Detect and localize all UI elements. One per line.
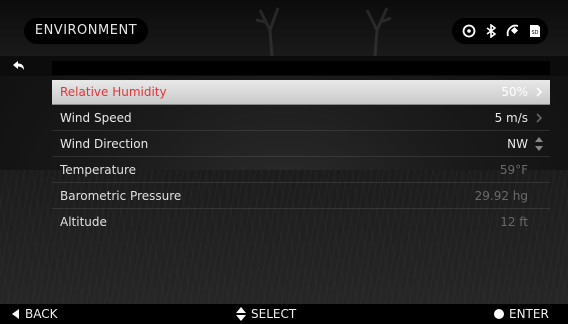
setting-label: Altitude — [60, 215, 107, 229]
triangle-left-icon — [12, 309, 19, 319]
satellite-icon — [506, 24, 519, 37]
setting-row-barometric-pressure: Barometric Pressure 29.92 hg — [52, 184, 550, 209]
chevron-right-icon — [536, 113, 543, 123]
setting-value: NW — [507, 137, 528, 151]
bluetooth-icon — [486, 24, 497, 38]
setting-value: 59°F — [499, 163, 528, 177]
status-bar: SD — [452, 18, 548, 44]
setting-value: 5 m/s — [494, 111, 528, 125]
header-bar: ENVIRONMENT SD — [0, 0, 568, 56]
setting-row-altitude: Altitude 12 ft — [52, 210, 550, 234]
setting-row-wind-direction[interactable]: Wind Direction NW — [52, 132, 550, 157]
enter-label: ENTER — [509, 307, 549, 321]
filled-circle-icon — [494, 309, 504, 319]
select-label: SELECT — [251, 307, 297, 321]
back-arrow-icon[interactable] — [10, 58, 26, 74]
menu-path-strip — [52, 61, 550, 75]
footer-bar: BACK SELECT ENTER — [0, 304, 568, 324]
select-hint[interactable]: SELECT — [236, 304, 296, 324]
back-label: BACK — [25, 307, 58, 321]
setting-label: Temperature — [60, 163, 137, 177]
setting-row-relative-humidity[interactable]: Relative Humidity 50% — [52, 80, 550, 105]
setting-value: 12 ft — [500, 215, 528, 229]
environment-screen: ENVIRONMENT SD Relative Humidity 50% Win… — [0, 0, 568, 324]
setting-row-temperature: Temperature 59°F — [52, 158, 550, 183]
svg-text:SD: SD — [531, 30, 538, 36]
settings-list: Relative Humidity 50% Wind Speed 5 m/s W… — [52, 80, 550, 235]
antler-left-decoration — [255, 7, 280, 56]
setting-label: Wind Speed — [60, 111, 132, 125]
setting-label: Relative Humidity — [60, 85, 167, 99]
enter-hint[interactable]: ENTER — [494, 304, 549, 324]
up-down-arrows-icon — [535, 137, 543, 151]
setting-value: 50% — [501, 85, 528, 99]
scope-icon — [462, 24, 476, 38]
chevron-right-icon — [536, 87, 543, 97]
setting-row-wind-speed[interactable]: Wind Speed 5 m/s — [52, 106, 550, 131]
back-hint[interactable]: BACK — [12, 304, 57, 324]
setting-label: Barometric Pressure — [60, 189, 182, 203]
setting-label: Wind Direction — [60, 137, 149, 151]
page-title: ENVIRONMENT — [24, 18, 148, 44]
antler-right-decoration — [365, 7, 392, 56]
sd-card-icon: SD — [530, 25, 540, 37]
up-down-arrows-icon — [236, 307, 246, 321]
setting-value: 29.92 hg — [474, 189, 528, 203]
